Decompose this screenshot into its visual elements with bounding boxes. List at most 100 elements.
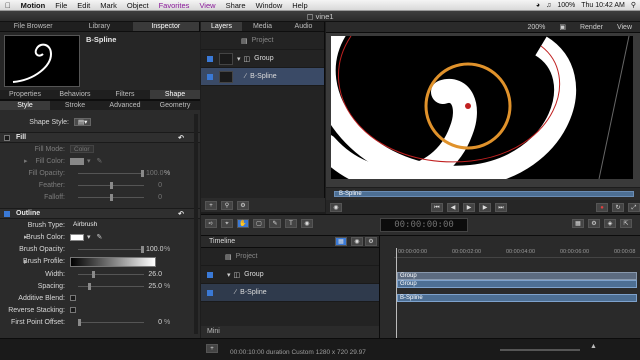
additive-blend-checkbox[interactable] xyxy=(70,295,76,301)
menu-edit[interactable]: Edit xyxy=(72,1,95,10)
mini-toggle[interactable]: Mini xyxy=(201,326,379,338)
spacing-slider[interactable] xyxy=(78,283,144,290)
slider-knob[interactable] xyxy=(141,246,144,253)
outline-reset-icon[interactable]: ↶ xyxy=(178,210,184,218)
slider-knob[interactable] xyxy=(110,194,113,201)
fill-enable-checkbox[interactable] xyxy=(4,134,10,141)
menu-file[interactable]: File xyxy=(50,1,72,10)
width-value[interactable]: 26.0 xyxy=(146,271,162,278)
outline-enable-checkbox[interactable] xyxy=(4,210,10,217)
behaviors-icon[interactable]: ⚙ xyxy=(588,219,600,228)
timeline-tracks[interactable]: 00:00:00:00 00:00:02:00 00:00:04:00 00:0… xyxy=(379,236,640,338)
group-enable-checkbox[interactable] xyxy=(207,271,213,278)
subtab-style[interactable]: Style xyxy=(0,101,50,110)
play-icon[interactable]: ▶ xyxy=(463,202,475,212)
track-bar-group[interactable]: Group xyxy=(397,280,637,288)
tab-library[interactable]: Library xyxy=(66,22,132,31)
brush-color-dropdown-icon[interactable]: ▾ xyxy=(87,233,91,241)
step-forward-icon[interactable]: ▶ xyxy=(479,202,491,212)
search-icon[interactable]: ⚲ xyxy=(631,1,636,9)
fill-section-header[interactable]: Fill ↶ xyxy=(0,132,200,143)
render-popup[interactable]: Render xyxy=(580,24,603,31)
disclosure-triangle-icon[interactable]: ▾ xyxy=(227,271,231,279)
layer-row-project[interactable]: ▤ Project xyxy=(201,32,324,50)
tools-icon[interactable]: ⚙ xyxy=(237,200,249,210)
rectangle-tool-icon[interactable]: ▢ xyxy=(253,219,265,228)
outline-section-header[interactable]: Outline ↶ xyxy=(0,208,200,219)
brush-type-popup[interactable]: Airbrush xyxy=(70,221,100,229)
menu-app[interactable]: Motion xyxy=(16,1,51,10)
bspline-enable-checkbox[interactable] xyxy=(207,289,213,296)
reverse-stacking-checkbox[interactable] xyxy=(70,307,76,313)
timeline-row-project[interactable]: ▤ Project xyxy=(201,248,379,266)
spacing-value[interactable]: 25.0 xyxy=(146,283,162,290)
add-marker-icon[interactable]: + xyxy=(206,344,218,353)
menu-share[interactable]: Share xyxy=(221,1,251,10)
fill-reset-icon[interactable]: ↶ xyxy=(178,134,184,142)
wifi-icon[interactable]: ◕ xyxy=(536,2,540,9)
zoom-slider[interactable] xyxy=(500,349,580,351)
slider-knob[interactable] xyxy=(141,170,144,177)
brush-profile-gradient[interactable] xyxy=(70,256,156,267)
select-tool-icon[interactable]: ➪ xyxy=(205,219,217,228)
menu-mark[interactable]: Mark xyxy=(95,1,122,10)
mini-timeline-bar[interactable]: B-Spline xyxy=(334,191,634,197)
mask-tool-icon[interactable]: ◉ xyxy=(301,219,313,228)
color-channels-icon[interactable]: ▣ xyxy=(559,23,566,31)
tab-inspector[interactable]: Inspector xyxy=(132,22,199,31)
zoom-popup[interactable]: 200% xyxy=(527,24,545,31)
anchor-point[interactable] xyxy=(465,103,471,109)
subtab-geometry[interactable]: Geometry xyxy=(150,101,200,110)
fill-color-swatch[interactable] xyxy=(70,157,84,165)
menu-favorites[interactable]: Favorites xyxy=(154,1,195,10)
subtab-stroke[interactable]: Stroke xyxy=(50,101,100,110)
layer-row-group[interactable]: ▾ ◫ Group xyxy=(201,50,324,68)
timeline-row-bspline[interactable]: ∕ B-Spline xyxy=(201,284,379,302)
zoom-in-icon[interactable]: ▲ xyxy=(590,343,597,350)
hand-tool-icon[interactable]: ✋ xyxy=(237,219,249,228)
bspline-visibility-checkbox[interactable] xyxy=(207,73,213,80)
track-bar-group-label[interactable]: Group xyxy=(397,272,637,280)
menu-view[interactable]: View xyxy=(194,1,220,10)
tab-shape[interactable]: Shape xyxy=(150,90,200,99)
disclosure-icon[interactable]: ▸ xyxy=(24,258,28,266)
slider-knob[interactable] xyxy=(92,271,95,278)
brush-opacity-value[interactable]: 100.0 xyxy=(146,246,164,253)
record-icon[interactable]: ◉ xyxy=(330,202,342,212)
pen-tool-icon[interactable]: ✎ xyxy=(269,219,281,228)
loop-icon[interactable]: ↻ xyxy=(612,202,624,212)
text-tool-icon[interactable]: T xyxy=(285,219,297,228)
first-point-offset-value[interactable]: 0 xyxy=(146,319,162,326)
view-popup[interactable]: View xyxy=(617,24,632,31)
menu-object[interactable]: Object xyxy=(122,1,154,10)
eyedropper-icon[interactable]: ✎ xyxy=(97,157,103,165)
shape-style-popup[interactable]: ▤▾ xyxy=(74,118,92,126)
menu-help[interactable]: Help xyxy=(287,1,312,10)
fullscreen-icon[interactable]: ⤢ xyxy=(628,202,640,212)
show-behaviors-button[interactable]: ⚙ xyxy=(365,237,377,246)
timeline-row-group[interactable]: ▾ ◫ Group xyxy=(201,266,379,284)
canvas-stage[interactable] xyxy=(313,19,633,191)
share-icon[interactable]: ⇱ xyxy=(620,219,632,228)
eyedropper-icon[interactable]: ✎ xyxy=(97,233,103,241)
fill-color-dropdown-icon[interactable]: ▾ xyxy=(87,157,91,165)
show-layers-button[interactable]: ▦ xyxy=(335,237,347,246)
disclosure-icon[interactable]: ▸ xyxy=(24,157,28,165)
fill-opacity-value[interactable]: 100.0 xyxy=(146,170,164,177)
tab-file-browser[interactable]: File Browser xyxy=(0,22,66,31)
layer-row-bspline[interactable]: ∕ B-Spline xyxy=(201,68,324,86)
slider-knob[interactable] xyxy=(110,182,113,189)
falloff-slider[interactable] xyxy=(78,194,144,201)
step-back-icon[interactable]: ◀ xyxy=(447,202,459,212)
library-icon[interactable]: ▦ xyxy=(572,219,584,228)
menu-window[interactable]: Window xyxy=(251,1,288,10)
volume-icon[interactable]: ♫ xyxy=(546,2,551,9)
feather-value[interactable]: 0 xyxy=(146,182,162,189)
group-visibility-checkbox[interactable] xyxy=(207,55,213,62)
timecode-display[interactable]: 00:00:00:00 xyxy=(380,218,468,232)
brush-opacity-slider[interactable] xyxy=(78,246,144,253)
fill-opacity-slider[interactable] xyxy=(78,170,144,177)
battery-text[interactable]: 100% xyxy=(557,2,575,9)
record-button[interactable]: ● xyxy=(596,202,608,212)
tab-behaviors[interactable]: Behaviors xyxy=(50,90,100,99)
